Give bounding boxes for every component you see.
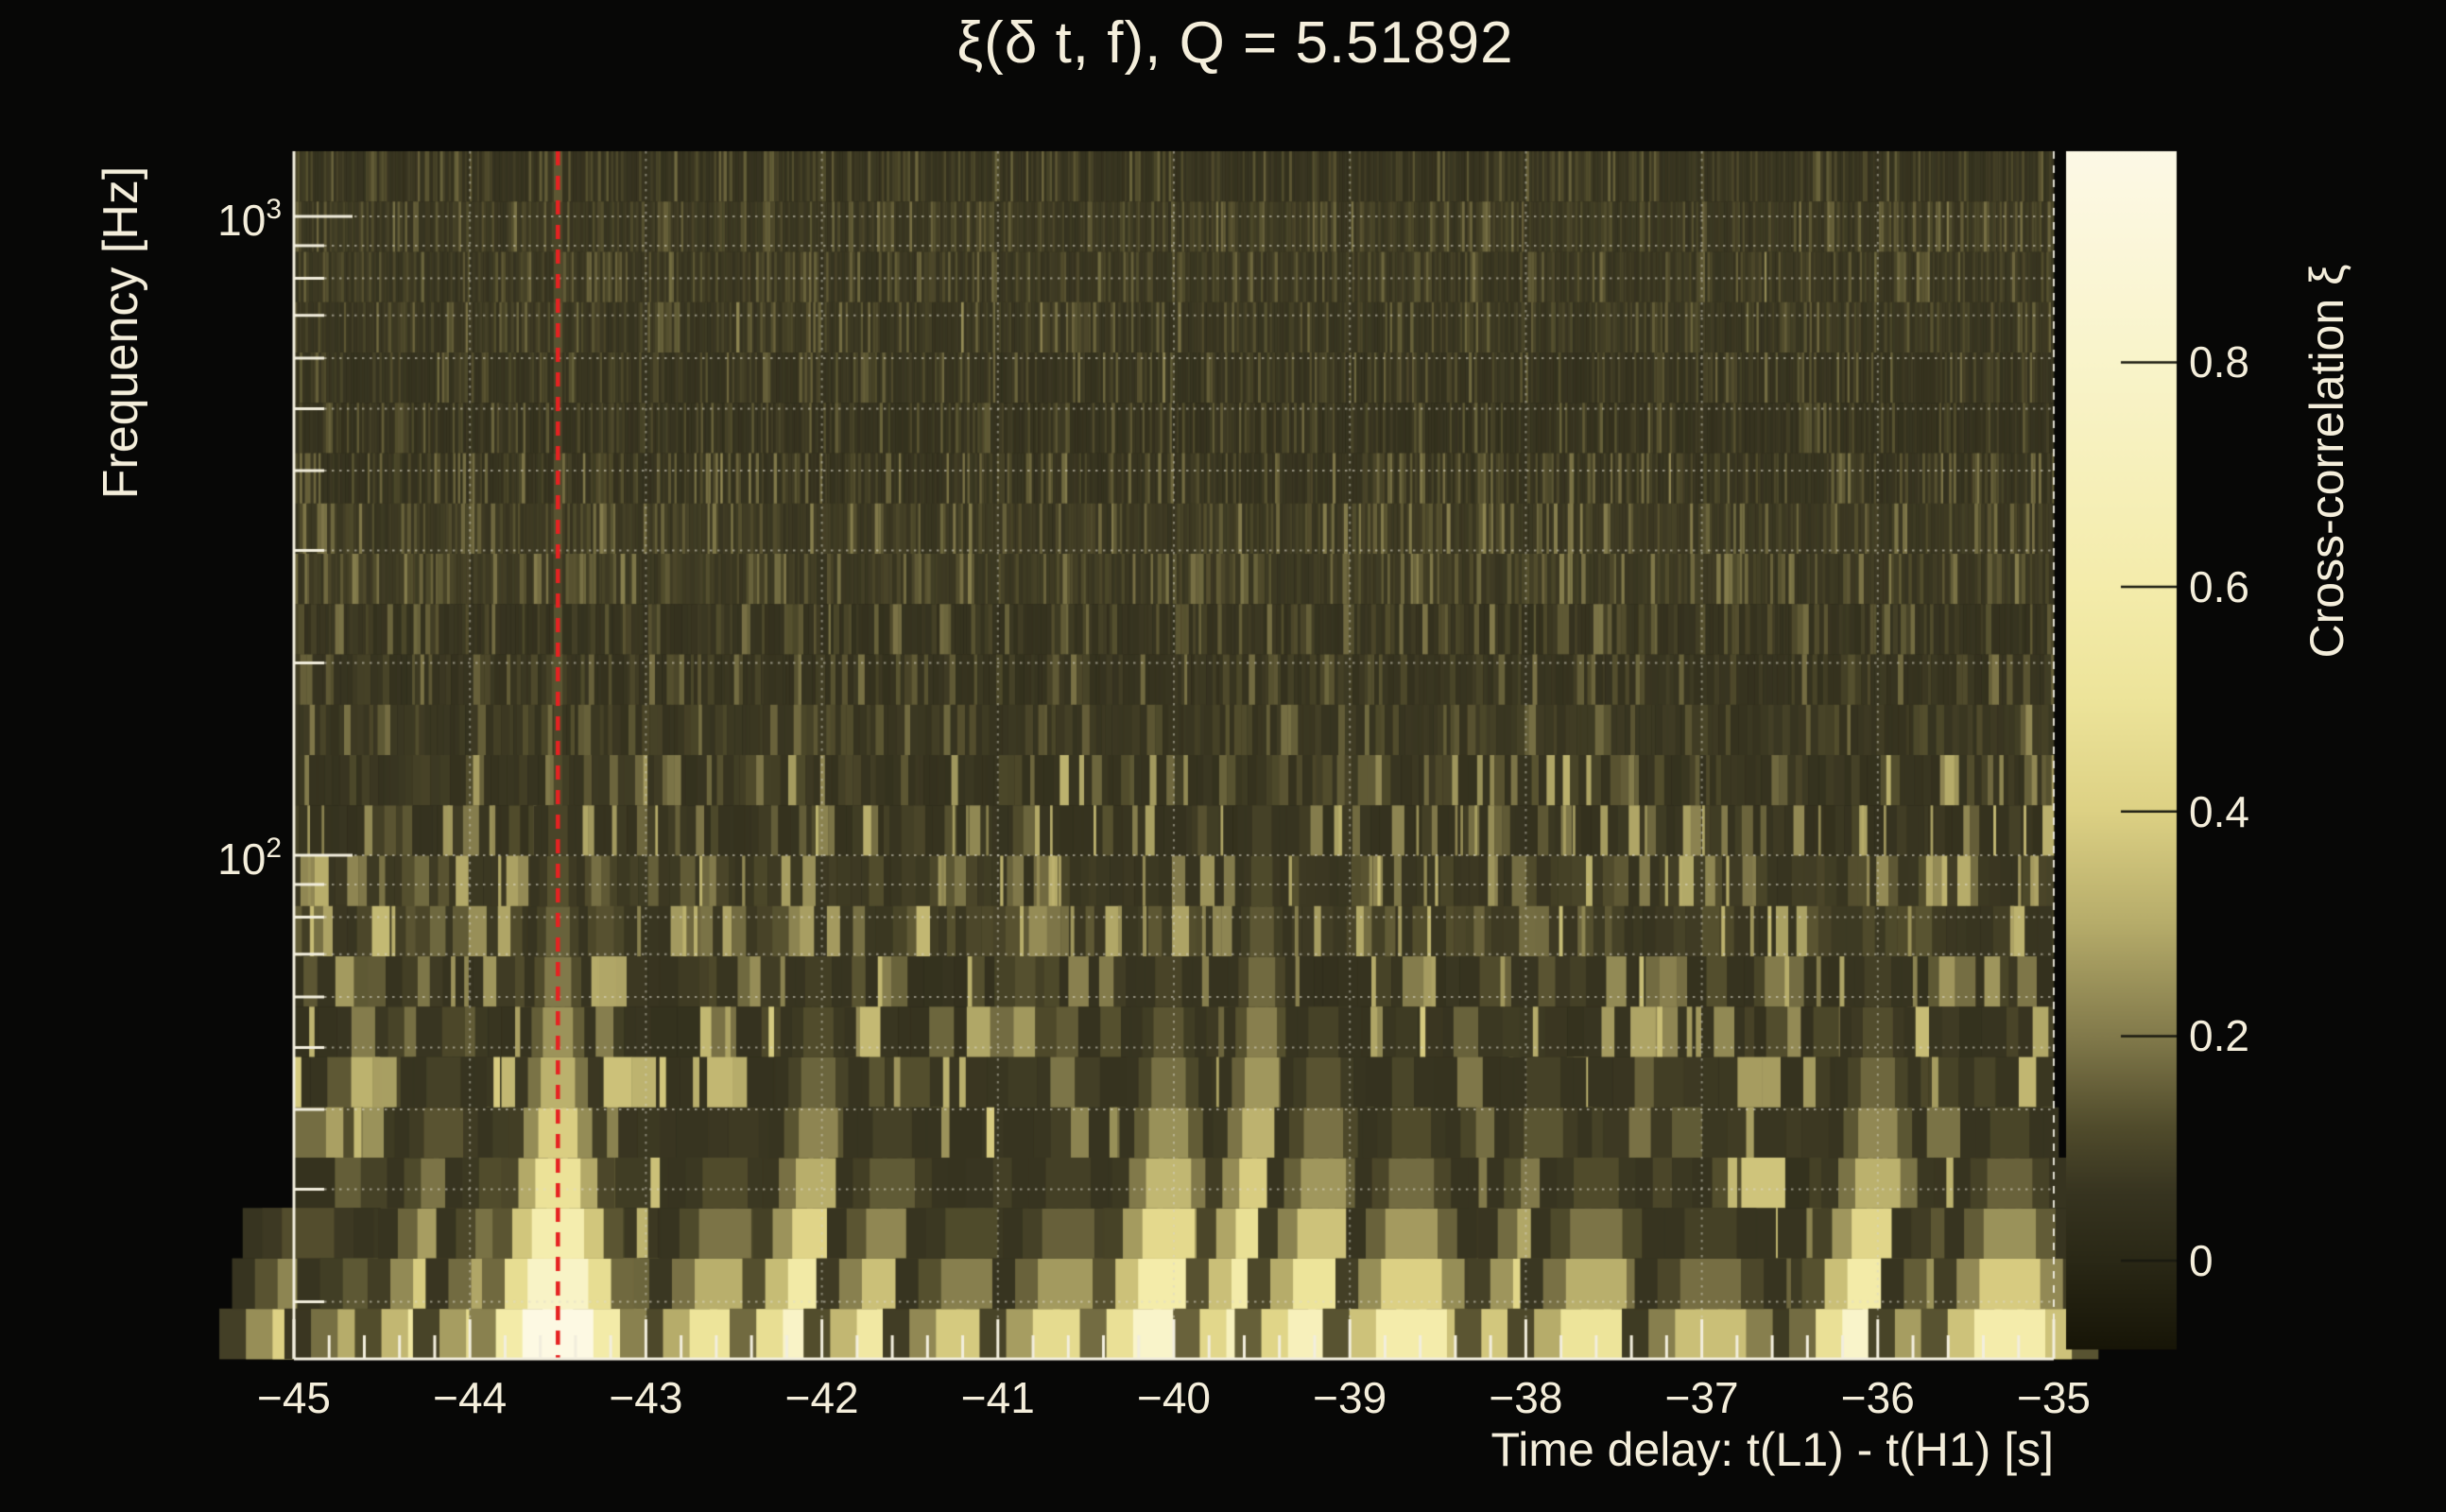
x-tick-label: −39 — [1313, 1373, 1387, 1422]
colorbar-tick-label: 0 — [2189, 1236, 2213, 1286]
y-tick-label: 103 — [217, 194, 282, 245]
x-axis-title: Time delay: t(L1) - t(H1) [s] — [1490, 1423, 2054, 1476]
colorbar-title: Cross-correlation ξ — [2300, 264, 2353, 659]
x-tick-label: −42 — [784, 1373, 859, 1422]
x-tick-label: −45 — [256, 1373, 332, 1422]
y-axis-title: Frequency [Hz] — [94, 165, 148, 500]
colorbar-tick-label: 0.6 — [2189, 562, 2249, 612]
colorbar-tick-label: 0.4 — [2189, 786, 2249, 836]
x-tick-label: −38 — [1489, 1373, 1563, 1422]
chart-root: ξ(δ t, f), Q = 5.51892 Frequency [Hz] Ti… — [0, 0, 2446, 1512]
x-tick-label: −44 — [433, 1373, 508, 1422]
y-tick-exponent: 2 — [266, 833, 282, 864]
colorbar-tick-label: 0.2 — [2189, 1011, 2249, 1061]
y-tick-exponent: 3 — [266, 194, 282, 225]
chart-title: ξ(δ t, f), Q = 5.51892 — [956, 10, 1514, 76]
heatmap-canvas[interactable] — [0, 0, 2446, 1512]
x-tick-label: −36 — [1840, 1373, 1915, 1422]
colorbar-tick-label: 0.8 — [2189, 337, 2249, 387]
x-tick-label: −41 — [960, 1373, 1035, 1422]
x-tick-label: −35 — [2016, 1373, 2092, 1422]
x-tick-label: −40 — [1136, 1373, 1212, 1422]
x-tick-label: −43 — [609, 1373, 683, 1422]
y-tick-label: 102 — [217, 833, 282, 884]
x-tick-label: −37 — [1664, 1373, 1739, 1422]
